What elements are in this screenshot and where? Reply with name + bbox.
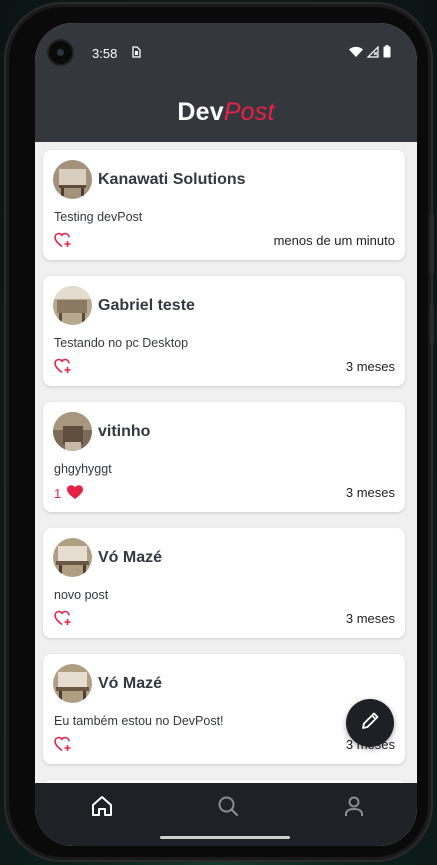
heart-filled-icon[interactable] <box>66 484 84 503</box>
post-time: 3 meses <box>345 359 395 374</box>
logo-dev: Dev <box>177 98 224 126</box>
post-author[interactable]: Gabriel teste <box>98 297 195 315</box>
status-time: 3:58 <box>92 46 118 61</box>
like-count: 1 <box>54 486 62 501</box>
pencil-icon[interactable] <box>359 710 381 737</box>
home-indicator <box>160 836 290 839</box>
like-button[interactable] <box>54 610 77 629</box>
app-header: DevPost <box>35 83 417 142</box>
battery-icon <box>383 45 391 61</box>
avatar[interactable] <box>53 286 92 325</box>
tab-search[interactable] <box>208 793 248 823</box>
power-button <box>430 304 434 344</box>
status-bar: 3:58 <box>35 23 417 83</box>
post-time: 3 meses <box>345 485 395 500</box>
post-card[interactable]: vitinho ghgyhyggt 1 3 meses <box>43 402 405 512</box>
screen: 3:58 DevPost Kanawati Solutions Testing … <box>35 23 417 846</box>
post-time: menos de um minuto <box>273 233 395 248</box>
heart-outline-icon[interactable] <box>54 610 72 629</box>
like-button[interactable]: 1 <box>54 484 84 503</box>
post-author[interactable]: Kanawati Solutions <box>98 171 246 189</box>
like-button[interactable] <box>54 736 77 755</box>
heart-outline-icon[interactable] <box>54 358 72 377</box>
post-content: Testing devPost <box>54 210 143 224</box>
post-card[interactable]: Kanawati Solutions Testing devPost menos… <box>43 150 405 260</box>
post-author[interactable]: vitinho <box>98 423 150 441</box>
status-icons <box>349 45 391 61</box>
search-icon[interactable] <box>217 795 239 822</box>
tab-home[interactable] <box>82 793 122 823</box>
avatar[interactable] <box>53 664 92 703</box>
post-author[interactable]: Vó Mazé <box>98 675 162 693</box>
front-camera <box>47 39 74 66</box>
user-icon[interactable] <box>343 795 365 822</box>
avatar[interactable] <box>53 160 92 199</box>
new-post-button[interactable] <box>346 699 394 747</box>
heart-outline-icon[interactable] <box>54 232 72 251</box>
post-card[interactable]: Vó Mazé novo post 3 meses <box>43 528 405 638</box>
phone-frame: 3:58 DevPost Kanawati Solutions Testing … <box>4 2 434 862</box>
volume-button <box>430 214 434 274</box>
post-feed[interactable]: Kanawati Solutions Testing devPost menos… <box>35 142 417 783</box>
post-content: Eu também estou no DevPost! <box>54 714 224 728</box>
post-card[interactable]: Gabriel teste Testando no pc Desktop 3 m… <box>43 276 405 386</box>
avatar[interactable] <box>53 412 92 451</box>
post-content: ghgyhyggt <box>54 462 112 476</box>
avatar[interactable] <box>53 538 92 577</box>
post-time: 3 meses <box>345 611 395 626</box>
logo-post: Post <box>223 98 275 126</box>
bottom-tab-bar <box>35 783 417 846</box>
like-button[interactable] <box>54 358 77 377</box>
app-logo: DevPost <box>177 98 274 127</box>
home-icon[interactable] <box>91 795 113 822</box>
wifi-icon <box>349 46 363 61</box>
sim-icon <box>131 46 141 61</box>
post-content: Testando no pc Desktop <box>54 336 189 350</box>
post-content: novo post <box>54 588 109 602</box>
cell-signal-icon <box>366 45 379 61</box>
like-button[interactable] <box>54 232 77 251</box>
post-author[interactable]: Vó Mazé <box>98 549 162 567</box>
tab-profile[interactable] <box>334 793 374 823</box>
heart-outline-icon[interactable] <box>54 736 72 755</box>
